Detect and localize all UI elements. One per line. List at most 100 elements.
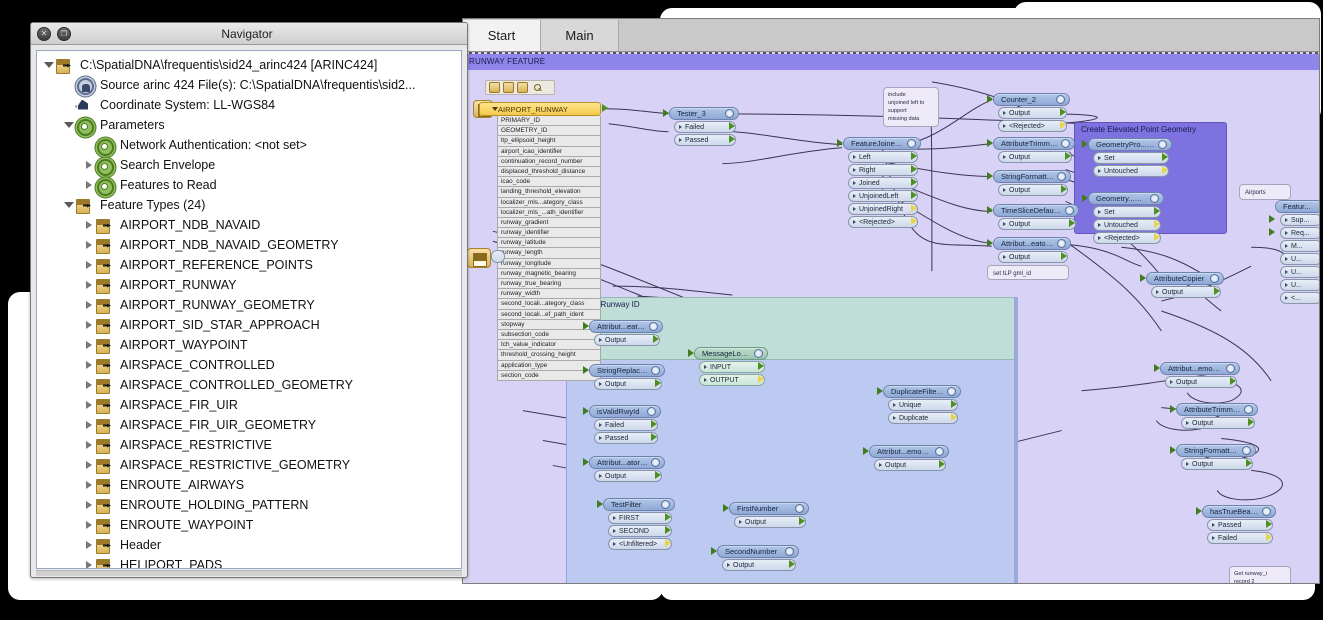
gear-icon[interactable] bbox=[947, 387, 956, 396]
transformer-node[interactable]: DuplicateFilter_2 Unique Duplicate bbox=[883, 385, 961, 424]
transformer-port[interactable]: OUTPUT bbox=[699, 374, 765, 386]
transformer-port[interactable]: <... bbox=[1280, 292, 1319, 304]
tree-row[interactable]: AIRPORT_NDB_NAVAID_GEOMETRY bbox=[37, 235, 461, 255]
transformer-node[interactable]: Attribut...ator_106 Output bbox=[589, 456, 665, 482]
transformer-header[interactable]: Attribut...emover_2 bbox=[869, 445, 949, 458]
reader-attribute[interactable]: second_locali...ategory_class bbox=[497, 299, 601, 310]
tree-row[interactable]: Coordinate System: LL-WGS84 bbox=[37, 95, 461, 115]
transformer-node[interactable]: AttributeTrimmer_3 Output bbox=[1176, 403, 1258, 429]
reader-attribute[interactable]: threshold_crossing_height bbox=[497, 350, 601, 361]
gear-icon[interactable] bbox=[754, 349, 763, 358]
tree-row[interactable]: AIRSPACE_FIR_UIR_GEOMETRY bbox=[37, 415, 461, 435]
gear-icon[interactable] bbox=[647, 407, 656, 416]
transformer-node[interactable]: Counter_2 Output <Rejected> bbox=[993, 93, 1070, 132]
tree-row[interactable]: Network Authentication: <not set> bbox=[37, 135, 461, 156]
chevron-right-icon[interactable] bbox=[83, 361, 95, 369]
tree-row[interactable]: AIRPORT_SID_STAR_APPROACH bbox=[37, 315, 461, 335]
reader-attribute[interactable]: subsection_code bbox=[497, 329, 601, 341]
window-icon[interactable] bbox=[57, 26, 71, 41]
reader-attribute[interactable]: localizer_mls...ategory_class bbox=[497, 197, 601, 208]
tree-row[interactable]: AIRSPACE_RESTRICTIVE_GEOMETRY bbox=[37, 455, 461, 475]
transformer-node[interactable]: TimeSliceDefaults_3 Output bbox=[993, 204, 1079, 230]
transformer-node[interactable]: AttributeCopier Output bbox=[1146, 272, 1224, 298]
chevron-right-icon[interactable] bbox=[83, 281, 95, 289]
reader-attribute[interactable]: runway_gradient bbox=[497, 217, 601, 229]
transformer-header[interactable]: StringReplacer_4 bbox=[589, 364, 665, 377]
chevron-right-icon[interactable] bbox=[83, 321, 95, 329]
chevron-down-icon[interactable] bbox=[43, 62, 55, 68]
gear-icon[interactable] bbox=[1244, 405, 1253, 414]
transformer-port[interactable]: U... bbox=[1280, 279, 1319, 291]
transformer-header[interactable]: Geometry...Setter_6 bbox=[1088, 192, 1164, 205]
transformer-header[interactable]: StringFormatter_5 bbox=[993, 170, 1071, 183]
chevron-down-icon[interactable] bbox=[63, 202, 75, 208]
transformer-port[interactable]: Sup... bbox=[1280, 214, 1319, 226]
chevron-right-icon[interactable] bbox=[83, 561, 95, 568]
tree-row[interactable]: AIRPORT_RUNWAY_GEOMETRY bbox=[37, 295, 461, 315]
tree-row[interactable]: C:\SpatialDNA\frequentis\sid24_arinc424 … bbox=[37, 55, 461, 75]
transformer-port[interactable]: <Rejected> bbox=[998, 120, 1067, 132]
transformer-node[interactable]: GeometryPro...rtySetter_3 Set Untouched bbox=[1088, 138, 1172, 177]
transformer-header[interactable]: DuplicateFilter_2 bbox=[883, 385, 961, 398]
transformer-header[interactable]: SecondNumber bbox=[717, 545, 799, 558]
tree-row[interactable]: Search Envelope bbox=[37, 155, 461, 176]
reader-attribute[interactable]: displaced_threshold_distance bbox=[497, 166, 601, 178]
transformer-port[interactable]: Output bbox=[594, 334, 660, 346]
transformer-node[interactable]: FirstNumber Output bbox=[729, 502, 809, 528]
chevron-right-icon[interactable] bbox=[83, 181, 95, 189]
transformer-header[interactable]: TestFilter bbox=[603, 498, 675, 511]
reader-attribute[interactable]: PRIMARY_ID bbox=[497, 116, 601, 127]
gear-icon[interactable] bbox=[1061, 139, 1070, 148]
transformer-header[interactable]: StringFormatter_4 bbox=[1176, 444, 1256, 457]
transformer-header[interactable]: Attribut...emover_5 bbox=[1160, 362, 1240, 375]
tree-row[interactable]: Header bbox=[37, 535, 461, 555]
transformer-port[interactable]: Joined bbox=[848, 177, 918, 189]
tree-row[interactable]: AIRPORT_WAYPOINT bbox=[37, 335, 461, 355]
gear-icon[interactable] bbox=[1262, 507, 1271, 516]
transformer-node-clipped[interactable]: Featur... Sup... Req... M... U... U... U... <..… bbox=[1275, 200, 1319, 304]
transformer-port[interactable]: Output bbox=[722, 559, 796, 571]
collapse-caret-icon[interactable] bbox=[492, 107, 498, 111]
add-reader-icon[interactable] bbox=[489, 82, 500, 93]
transformer-node[interactable]: Geometry...Setter_6 Set Untouched <Rejected… bbox=[1088, 192, 1164, 244]
transformer-port[interactable]: Set bbox=[1093, 206, 1161, 218]
transformer-port[interactable]: Output bbox=[998, 107, 1067, 119]
gear-icon[interactable] bbox=[1210, 274, 1219, 283]
chevron-right-icon[interactable] bbox=[83, 261, 95, 269]
reader-attribute[interactable]: runway_longitude bbox=[497, 258, 601, 269]
reader-attribute[interactable]: icao_code bbox=[497, 177, 601, 188]
transformer-port[interactable]: UnjoinedRight bbox=[848, 203, 918, 215]
tree-row[interactable]: AIRPORT_REFERENCE_POINTS bbox=[37, 255, 461, 275]
annotation-set-ltp-gml-id[interactable]: set tLP gml_id bbox=[987, 265, 1069, 280]
reader-airport-runway[interactable]: AIRPORT_RUNWAY PRIMARY_ID GEOMETRY_ID ltp_… bbox=[473, 100, 601, 381]
tree-row[interactable]: HELIPORT_PADS bbox=[37, 555, 461, 568]
gear-icon[interactable] bbox=[1056, 95, 1065, 104]
transformer-header[interactable]: Attribut...ator_106 bbox=[589, 456, 665, 469]
transformer-header[interactable]: Attribut...eator_19 bbox=[589, 320, 663, 333]
transformer-node[interactable]: FeatureJoiner_2 Left Right Joined UnjoinedLe… bbox=[843, 137, 921, 228]
chevron-right-icon[interactable] bbox=[83, 401, 95, 409]
reader-attribute[interactable]: localizer_mls_...ath_identifier bbox=[497, 207, 601, 218]
transformer-node[interactable]: Attribut...eator_15 Output bbox=[993, 237, 1071, 263]
gear-icon[interactable] bbox=[651, 458, 660, 467]
tree-row[interactable]: Features to Read bbox=[37, 175, 461, 196]
transformer-node[interactable]: AttributeTrimmer_5 Output bbox=[993, 137, 1075, 163]
transformer-header[interactable]: FirstNumber bbox=[729, 502, 809, 515]
transformer-header[interactable]: GeometryPro...rtySetter_3 bbox=[1088, 138, 1172, 151]
transformer-port[interactable]: Output bbox=[594, 378, 662, 390]
reader-attribute[interactable]: GEOMETRY_ID bbox=[497, 126, 601, 137]
gear-icon[interactable] bbox=[1057, 239, 1066, 248]
tree-row[interactable]: Source arinc 424 File(s): C:\SpatialDNA\… bbox=[37, 75, 461, 95]
gear-icon[interactable] bbox=[661, 500, 670, 509]
reader-attribute[interactable]: tch_value_indicator bbox=[497, 340, 601, 351]
reader-attribute[interactable]: ltp_ellipsoid_height bbox=[497, 136, 601, 147]
transformer-header[interactable]: isValidRwyId bbox=[589, 405, 661, 418]
tree-row[interactable]: ENROUTE_HOLDING_PATTERN bbox=[37, 495, 461, 515]
chevron-right-icon[interactable] bbox=[83, 461, 95, 469]
tree-row[interactable]: ENROUTE_WAYPOINT bbox=[37, 515, 461, 535]
chevron-right-icon[interactable] bbox=[83, 241, 95, 249]
chevron-right-icon[interactable] bbox=[83, 161, 95, 169]
transformer-header[interactable]: Counter_2 bbox=[993, 93, 1070, 106]
transformer-header[interactable]: Featur... bbox=[1275, 200, 1319, 213]
transformer-port[interactable]: Output bbox=[998, 218, 1076, 230]
